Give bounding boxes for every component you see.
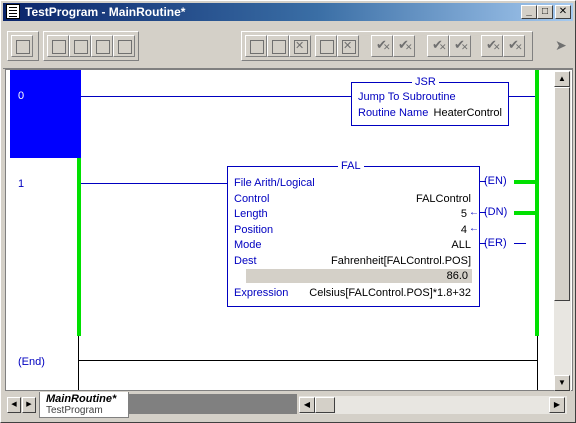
rung-0-wire	[81, 96, 351, 97]
dn-energized-wire	[514, 211, 535, 215]
rung-1-wire	[81, 183, 227, 184]
end-rung-line	[78, 360, 538, 361]
fal-name: File Arith/Logical	[234, 177, 315, 189]
xio-icon[interactable]	[267, 35, 289, 57]
more-arrow-icon[interactable]: ➤	[555, 37, 569, 53]
er-output: (ER)	[484, 237, 507, 249]
xic-icon[interactable]	[245, 35, 267, 57]
fal-length-value[interactable]: 5	[461, 208, 467, 221]
fal-mode-value[interactable]: ALL	[451, 239, 471, 252]
rung-number: 1	[18, 178, 25, 190]
fal-dest-current-value: 86.0	[446, 270, 468, 282]
rung-icon[interactable]	[11, 35, 33, 57]
scroll-up-icon[interactable]: ▲	[554, 71, 570, 87]
end-right-rail	[537, 336, 538, 390]
fal-dest-label: Dest	[234, 255, 257, 267]
jsr-routine-value[interactable]: HeaterControl	[434, 107, 502, 120]
tab-routine-label: MainRoutine*	[46, 393, 117, 405]
branch-insert-icon[interactable]	[113, 35, 135, 57]
ladder-editor[interactable]: 0 JSR Jump To Subroutine Routine Name He…	[5, 69, 573, 391]
en-output: (EN)	[484, 175, 507, 187]
accept-icon[interactable]	[481, 35, 503, 57]
horizontal-scrollbar[interactable]: ◀ ▶	[299, 396, 567, 414]
fal-position-label: Position	[234, 224, 274, 236]
en-energized-wire	[514, 180, 535, 184]
end-left-rail	[78, 336, 79, 390]
fal-control-value[interactable]: FALControl	[416, 193, 471, 206]
jsr-mnemonic: JSR	[412, 76, 439, 88]
fal-control-label: Control	[234, 193, 270, 205]
dest-value-display: 86.0	[246, 269, 472, 283]
ons-icon[interactable]	[289, 35, 311, 57]
close-button[interactable]: ✕	[555, 5, 571, 19]
routine-tab-bar: ◀ ▶ MainRoutine* TestProgram ◀ ▶	[5, 392, 573, 420]
ote-icon[interactable]	[315, 35, 337, 57]
tab-prev-icon[interactable]: ◀	[7, 397, 21, 413]
jsr-instruction[interactable]: JSR Jump To Subroutine Routine Name Heat…	[351, 76, 509, 126]
scroll-right-icon[interactable]: ▶	[549, 397, 565, 413]
tab-next-icon[interactable]: ▶	[22, 397, 36, 413]
rung-number: 0	[18, 90, 25, 102]
ladder-toolbar: ➤	[3, 23, 573, 69]
branch-icon[interactable]	[47, 35, 69, 57]
verify-all-icon[interactable]	[427, 35, 449, 57]
minimize-button[interactable]: _	[521, 5, 537, 19]
dn-output: (DN)	[484, 206, 508, 218]
reject-icon[interactable]	[503, 35, 525, 57]
branch-level-icon[interactable]	[69, 35, 91, 57]
tab-main-routine[interactable]: MainRoutine* TestProgram	[39, 392, 129, 418]
fal-instruction[interactable]: FAL File Arith/Logical Control FALContro…	[227, 160, 480, 307]
horizontal-scroll-thumb[interactable]	[315, 397, 335, 413]
scroll-down-icon[interactable]: ▼	[554, 375, 570, 391]
verify-all-cancel-icon[interactable]	[449, 35, 471, 57]
otl-icon[interactable]	[337, 35, 359, 57]
verify-cancel-icon[interactable]	[393, 35, 415, 57]
position-arrow-icon: ←	[469, 223, 479, 234]
right-power-rail	[535, 70, 539, 336]
fal-mnemonic: FAL	[338, 160, 364, 172]
branch-remove-icon[interactable]	[91, 35, 113, 57]
rung-0-wire-out	[509, 96, 535, 97]
fal-position-value[interactable]: 4	[461, 224, 467, 237]
fal-dest-value[interactable]: Fahrenheit[FALControl.POS]	[331, 255, 471, 268]
jsr-routine-label: Routine Name	[358, 107, 429, 119]
verify-icon[interactable]	[371, 35, 393, 57]
vertical-scrollbar[interactable]: ▲ ▼	[554, 71, 571, 391]
fal-length-label: Length	[234, 208, 268, 220]
fal-mode-label: Mode	[234, 239, 262, 251]
scroll-left-icon[interactable]: ◀	[299, 397, 315, 413]
jsr-name: Jump To Subroutine	[358, 91, 456, 103]
rung-0-selection[interactable]: 0	[10, 70, 81, 158]
tab-program-label: TestProgram	[46, 405, 103, 416]
title-bar[interactable]: TestProgram - MainRoutine* _ □ ✕	[3, 3, 573, 21]
maximize-button[interactable]: □	[537, 5, 553, 19]
tab-area-filler	[129, 394, 297, 414]
fal-expression-label: Expression	[234, 287, 289, 299]
ladder-file-icon[interactable]	[6, 4, 20, 19]
vertical-scroll-thumb[interactable]	[554, 87, 570, 301]
er-wire-out	[514, 243, 526, 244]
end-label: (End)	[18, 356, 45, 368]
fal-expression-value[interactable]: Celsius[FALControl.POS]*1.8+32	[309, 287, 471, 300]
length-arrow-icon: ←	[469, 207, 479, 218]
application-window: TestProgram - MainRoutine* _ □ ✕ ➤ 0	[0, 0, 576, 423]
window-title: TestProgram - MainRoutine*	[25, 5, 186, 19]
